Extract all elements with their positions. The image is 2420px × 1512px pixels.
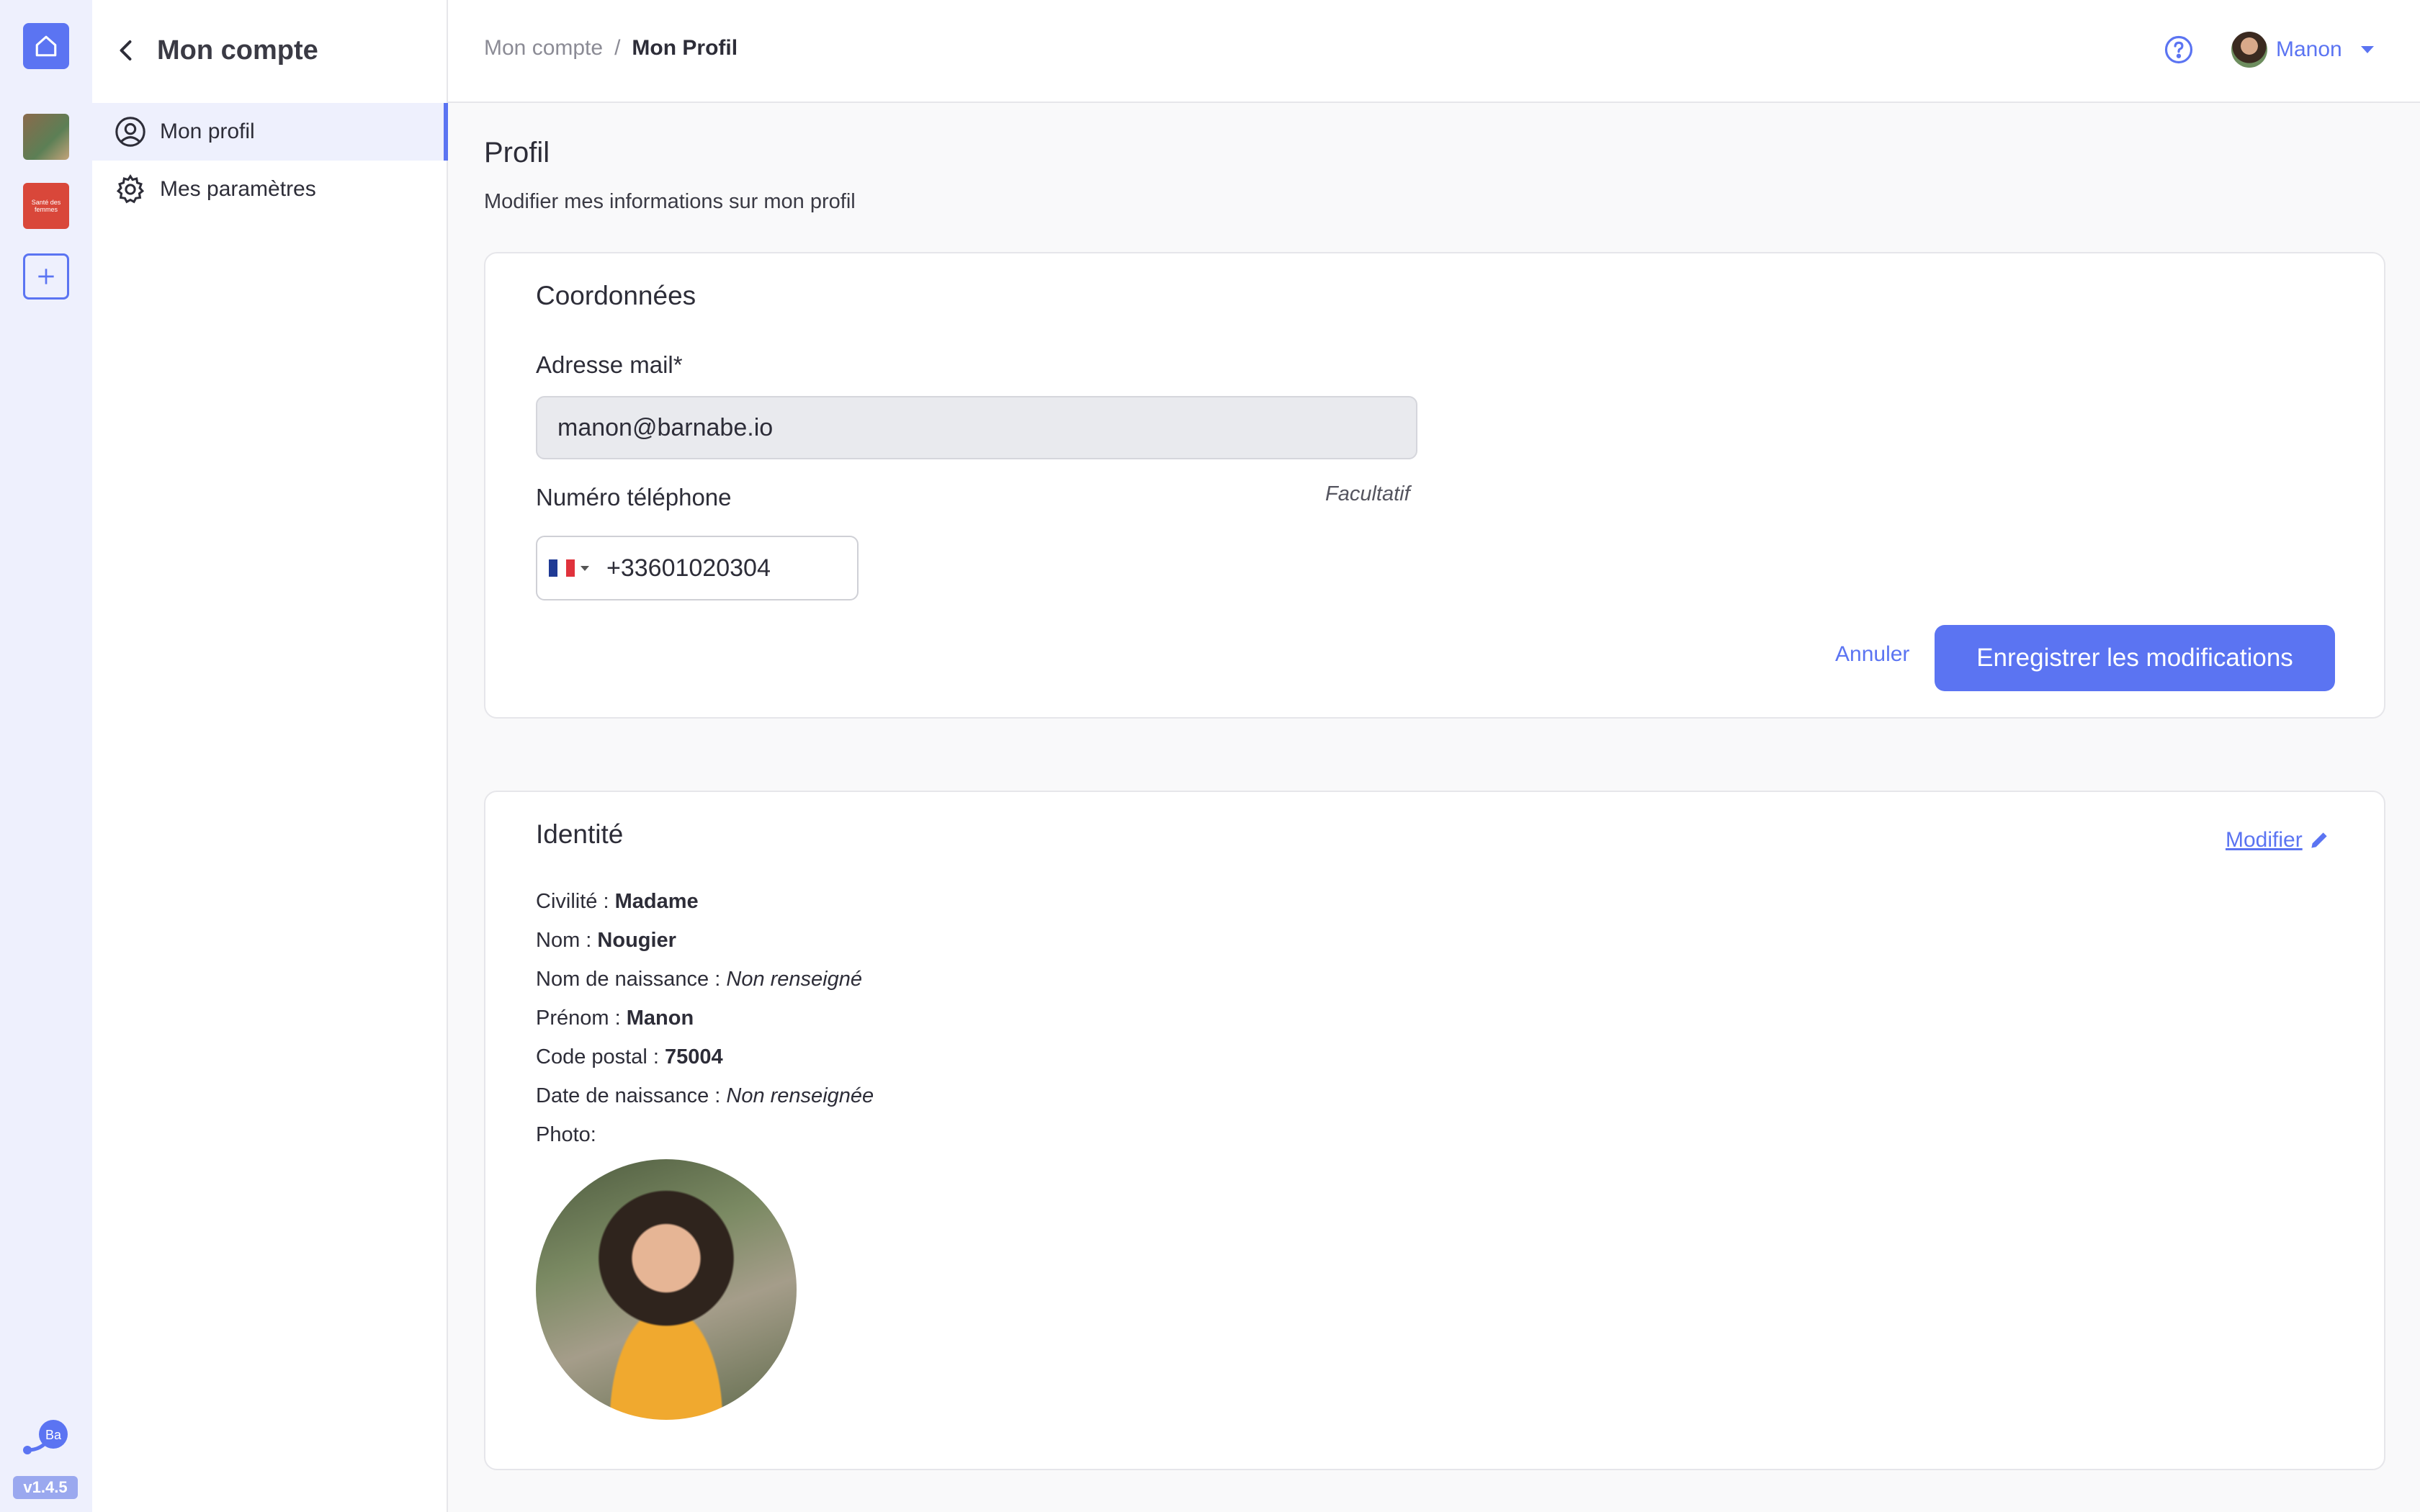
breadcrumb-current: Mon Profil <box>632 36 738 60</box>
info-birth-name: Nom de naissance : Non renseigné <box>536 968 862 991</box>
account-title: Mon compte <box>157 35 318 66</box>
add-workspace-button[interactable] <box>23 253 69 300</box>
info-photo: Photo: <box>536 1123 596 1147</box>
sidebar-item-settings[interactable]: Mes paramètres <box>92 161 448 218</box>
info-label: Nom de naissance : <box>536 968 721 991</box>
breadcrumb: Mon compte / Mon Profil <box>484 36 738 60</box>
info-civility: Civilité : Madame <box>536 890 699 914</box>
info-label: Civilité : <box>536 890 609 913</box>
info-value: Nougier <box>597 929 676 952</box>
avatar <box>2231 32 2267 68</box>
info-last-name: Nom : Nougier <box>536 929 676 953</box>
info-first-name: Prénom : Manon <box>536 1007 694 1030</box>
breadcrumb-account-link[interactable]: Mon compte <box>484 36 603 60</box>
info-value: Manon <box>626 1007 694 1030</box>
barnabe-logo-icon: Ba <box>23 1420 68 1454</box>
chevron-left-icon[interactable] <box>114 37 140 63</box>
account-header: Mon compte <box>114 27 318 73</box>
user-name: Manon <box>2276 37 2342 61</box>
modify-identity-button[interactable]: Modifier <box>2226 828 2330 852</box>
phone-optional-hint: Facultatif <box>1325 482 1410 505</box>
info-birth-date: Date de naissance : Non renseignée <box>536 1084 874 1108</box>
sidebar-item-profile[interactable]: Mon profil <box>92 103 448 161</box>
plus-icon <box>38 269 54 284</box>
info-postal-code: Code postal : 75004 <box>536 1045 723 1069</box>
info-label: Code postal : <box>536 1045 659 1068</box>
brand-badge-text: Ba <box>45 1428 62 1442</box>
sidebar-item-label: Mes paramètres <box>160 177 316 201</box>
info-label: Nom : <box>536 929 592 952</box>
breadcrumb-separator: / <box>614 36 621 60</box>
identity-card-title: Identité <box>536 819 624 849</box>
france-flag-icon[interactable] <box>549 559 575 577</box>
info-value: Non renseigné <box>726 968 863 991</box>
info-label: Prénom : <box>536 1007 621 1030</box>
help-icon[interactable] <box>2164 35 2194 65</box>
user-circle-icon <box>115 117 145 147</box>
modify-label: Modifier <box>2226 828 2303 852</box>
account-sidebar: Mon compte Mon profil Mes paramètres <box>92 0 448 1512</box>
page-title: Profil <box>484 137 550 168</box>
pencil-icon <box>2311 832 2327 848</box>
phone-input[interactable] <box>606 554 844 582</box>
caret-down-icon <box>2360 46 2374 53</box>
save-button[interactable]: Enregistrer les modifications <box>1935 625 2335 691</box>
page-subtitle: Modifier mes informations sur mon profil <box>484 190 856 213</box>
gear-icon <box>116 174 145 204</box>
info-value: 75004 <box>664 1045 723 1068</box>
version-badge: v1.4.5 <box>13 1476 78 1499</box>
home-button[interactable] <box>23 23 69 69</box>
user-menu[interactable]: Manon <box>2231 32 2374 68</box>
email-field[interactable] <box>536 396 1417 459</box>
phone-label: Numéro téléphone <box>536 484 732 510</box>
organization-label: Santé des femmes <box>31 199 61 213</box>
app-rail: Santé des femmes Ba v1.4.5 <box>0 0 92 1512</box>
home-icon <box>35 35 57 57</box>
top-bar: Mon compte / Mon Profil Manon <box>448 0 2420 103</box>
identity-card: Identité Modifier Civilité : Madame Nom … <box>484 791 2385 1470</box>
contact-card-title: Coordonnées <box>536 281 696 310</box>
info-value: Non renseignée <box>726 1084 874 1107</box>
email-label: Adresse mail* <box>536 351 683 378</box>
sidebar-item-label: Mon profil <box>160 120 255 143</box>
info-value: Madame <box>614 890 699 913</box>
info-label: Date de naissance : <box>536 1084 721 1107</box>
organization-button[interactable]: Santé des femmes <box>23 183 69 229</box>
profile-photo <box>536 1159 797 1420</box>
phone-field <box>536 536 859 600</box>
caret-down-icon[interactable] <box>581 565 589 571</box>
cancel-button[interactable]: Annuler <box>1835 642 1909 667</box>
workspace-avatar-button[interactable] <box>23 114 69 160</box>
info-label: Photo: <box>536 1123 596 1146</box>
contact-card: Coordonnées Adresse mail* Numéro télépho… <box>484 252 2385 719</box>
